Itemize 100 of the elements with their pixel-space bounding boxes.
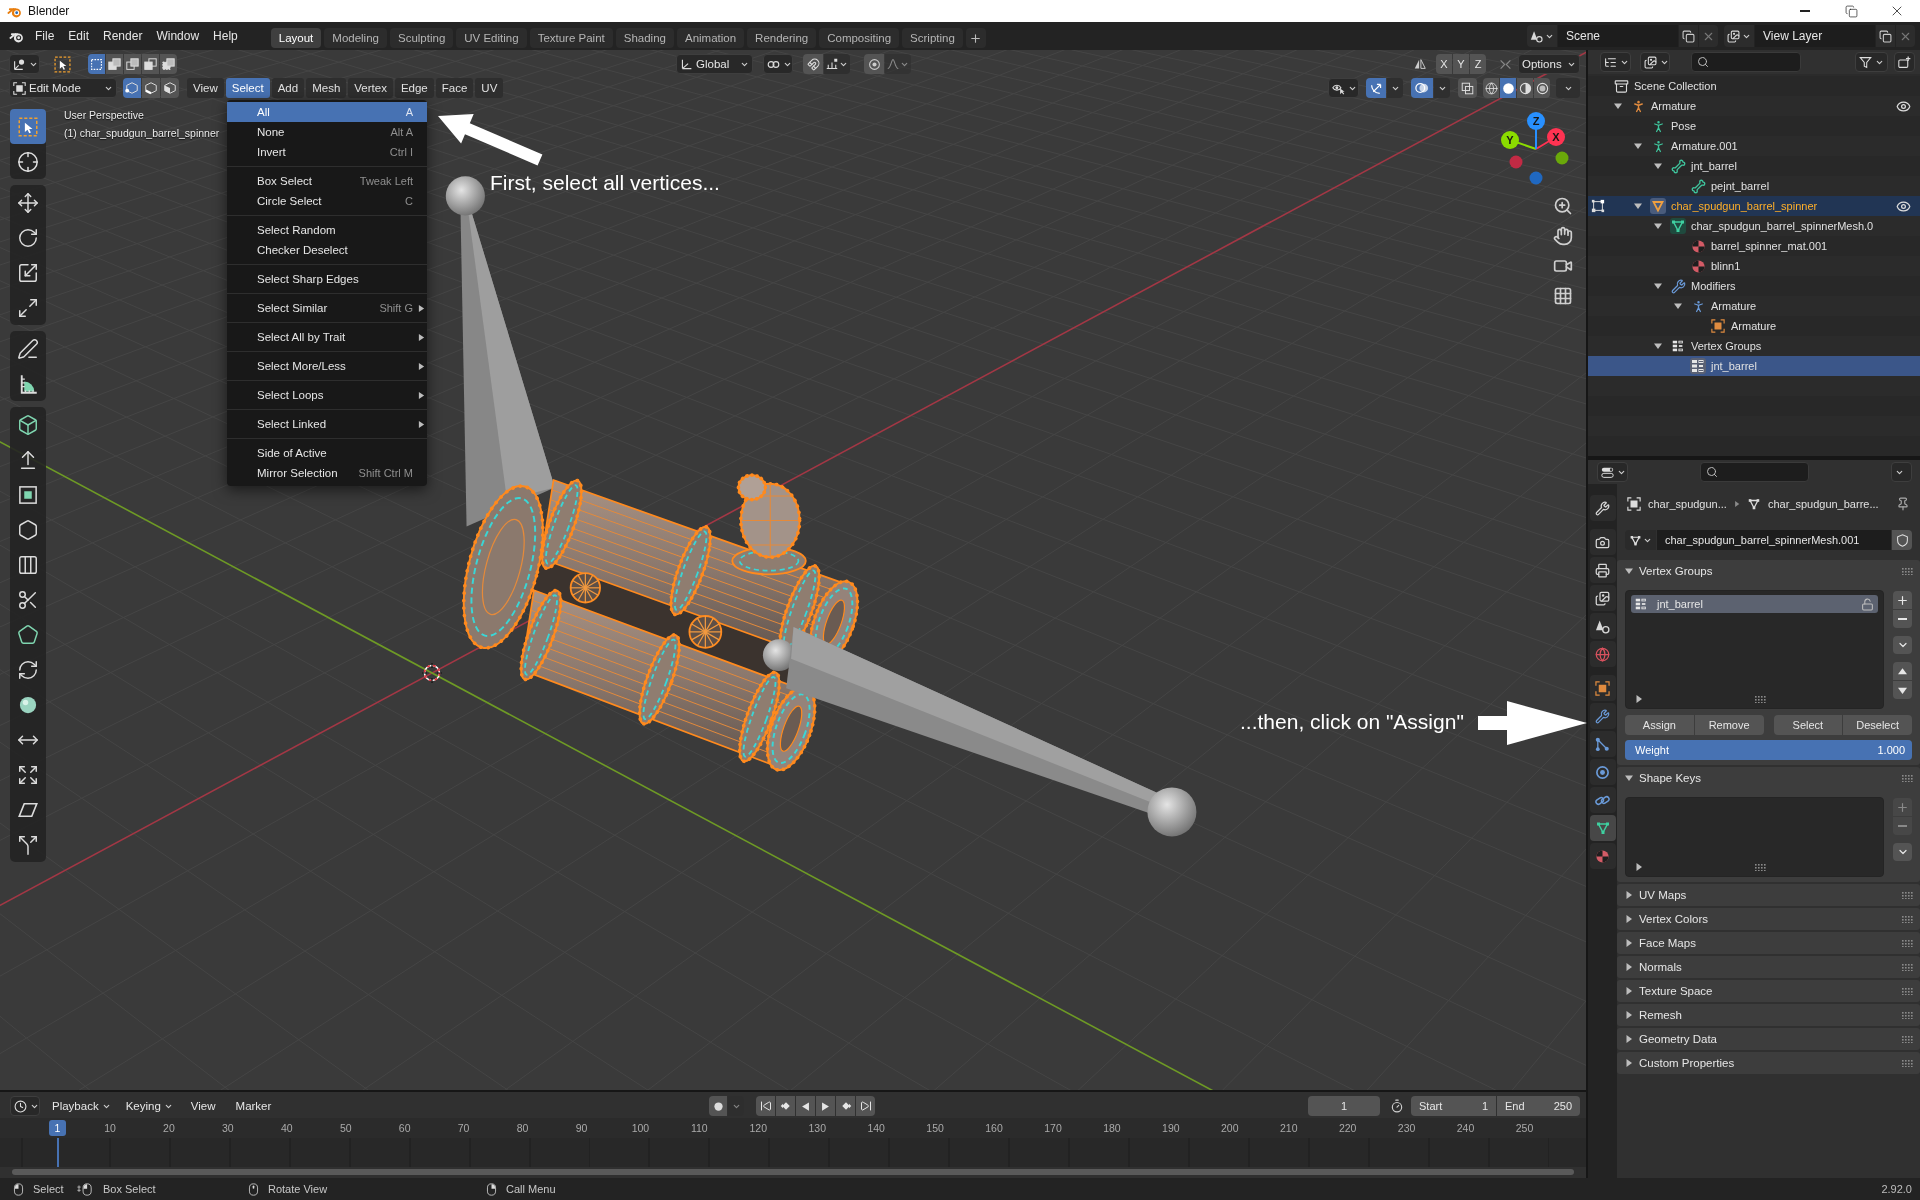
end-frame-field[interactable]: End 250 [1497,1096,1580,1116]
vertex-group-item[interactable]: jnt_barrel [1631,595,1878,613]
new-scene-button[interactable] [1679,25,1698,47]
options-dropdown[interactable] [1891,462,1912,482]
xray-toggle[interactable] [1458,78,1477,98]
vertex-group-action-button[interactable]: Remove [1694,715,1764,735]
properties-tab[interactable] [1589,731,1616,757]
editor-type-dropdown[interactable] [1597,462,1628,482]
breadcrumb-item[interactable]: char_spudgun_barre... [1767,498,1879,510]
move-down-button[interactable] [1893,681,1912,699]
mesh-browse-dropdown[interactable] [1625,530,1656,550]
snap-toggle[interactable] [803,54,823,74]
disclosure-triangle-icon[interactable] [1625,939,1633,947]
menu-button[interactable]: File [28,25,62,47]
selectability-dropdown[interactable] [1328,78,1359,98]
shading-mode-button[interactable] [1534,78,1550,98]
menu-item[interactable]: All A [227,102,427,122]
disclosure-triangle-icon[interactable] [1625,987,1633,995]
play-reverse-button[interactable] [796,1096,816,1116]
remove-scene-button[interactable] [1699,25,1718,47]
tool-button[interactable] [10,109,46,144]
breadcrumb-item[interactable]: char_spudgun... [1648,498,1727,510]
header-menu[interactable]: Vertex [348,78,393,98]
workspace-tab[interactable]: Animation [676,28,745,48]
proportional-editing-toggle[interactable] [864,54,884,74]
menu-item[interactable]: Mirror Selection Shift Ctrl M [227,463,427,483]
menu-button[interactable]: Render [96,25,150,47]
axis-handle[interactable]: X [1547,128,1565,146]
properties-tab[interactable] [1589,815,1616,841]
falloff-dropdown[interactable] [885,54,911,74]
editor-type-dropdown[interactable] [9,54,40,74]
new-view-layer-button[interactable] [1876,25,1895,47]
options-dropdown[interactable]: Options [1518,54,1580,74]
drag-handle-icon[interactable] [1902,891,1913,899]
timeline-menu[interactable]: Playback [47,1096,116,1116]
disclosure-triangle-icon[interactable] [1654,162,1662,170]
menu-item[interactable]: Select Loops [227,385,427,405]
panel-header[interactable]: Vertex Colors [1617,908,1920,930]
filter-dropdown[interactable] [1855,52,1888,72]
workspace-tab[interactable]: Modeling [324,28,387,48]
mode-dropdown[interactable]: Edit Mode [9,78,117,98]
disclosure-triangle-icon[interactable] [1654,282,1662,290]
display-mode-dropdown[interactable] [1600,52,1631,72]
menu-button[interactable]: Window [149,25,207,47]
search-field[interactable] [1700,462,1809,482]
drag-handle-icon[interactable] [1902,963,1913,971]
menu-item[interactable]: Invert Ctrl I [227,142,427,162]
panel-header[interactable]: Texture Space [1617,980,1920,1002]
selection-mode-button[interactable] [106,54,123,74]
panel-header[interactable]: Remesh [1617,1004,1920,1026]
hand-icon[interactable] [1553,226,1573,246]
select-mode-toggle[interactable] [161,78,179,98]
header-menu[interactable]: Select [225,78,270,98]
shading-mode-button[interactable] [1500,78,1516,98]
menu-button[interactable]: Help [206,25,245,47]
scene-browse-dropdown[interactable] [1527,25,1557,47]
scene-name-field[interactable]: Scene [1558,25,1678,47]
mirror-axis-toggle[interactable]: Z [1470,54,1486,74]
overlay-toggle[interactable] [1411,78,1433,98]
header-menu[interactable]: Add [271,78,305,98]
menu-item[interactable]: Checker Deselect [227,240,427,260]
disclosure-triangle-icon[interactable] [1625,1011,1633,1019]
outliner-row[interactable]: jnt_barrel [1588,356,1920,376]
view-layer-dropdown[interactable] [1640,52,1670,72]
shading-mode-button[interactable] [1517,78,1533,98]
jump-to-end-button[interactable] [856,1096,876,1116]
panel-header[interactable]: Face Maps [1617,932,1920,954]
eye-icon[interactable] [1896,198,1911,214]
disclosure-triangle-icon[interactable] [1625,891,1633,899]
disclosure-triangle-icon[interactable] [1625,1059,1633,1067]
properties-tab[interactable] [1589,759,1616,785]
workspace-tab[interactable]: Texture Paint [529,28,613,48]
header-menu[interactable]: View [187,78,224,98]
menu-item[interactable]: Select Random [227,220,427,240]
weight-slider[interactable]: Weight 1.000 [1625,740,1912,760]
disclosure-triangle-icon[interactable] [1634,202,1642,210]
disclosure-triangle-icon[interactable] [1674,302,1682,310]
properties-tab[interactable] [1589,613,1616,639]
properties-tab[interactable] [1589,703,1616,729]
panel-header[interactable]: Vertex Groups [1617,560,1920,582]
play-button[interactable] [816,1096,836,1116]
disclosure-triangle-icon[interactable] [1635,863,1643,871]
disclosure-triangle-icon[interactable] [1654,342,1662,350]
workspace-tab[interactable]: Scripting [902,28,963,48]
playhead-frame[interactable]: 1 [49,1120,66,1136]
properties-tab[interactable] [1589,529,1616,555]
selection-mode-button[interactable] [160,54,177,74]
zoom-icon[interactable] [1553,196,1573,216]
next-keyframe-button[interactable] [836,1096,856,1116]
drag-handle-icon[interactable] [1902,987,1913,995]
workspace-tab[interactable]: Compositing [819,28,900,48]
eye-icon[interactable] [1896,98,1911,114]
properties-tab[interactable] [1589,495,1616,521]
disclosure-triangle-icon[interactable] [1635,695,1643,703]
timeline-menu[interactable]: Marker [230,1096,277,1116]
disclosure-triangle-icon[interactable] [1634,142,1642,150]
active-tool-button[interactable] [52,54,73,74]
add-button[interactable] [1893,591,1912,609]
selection-mode-button[interactable] [142,54,159,74]
pivot-point-dropdown[interactable] [763,54,793,74]
